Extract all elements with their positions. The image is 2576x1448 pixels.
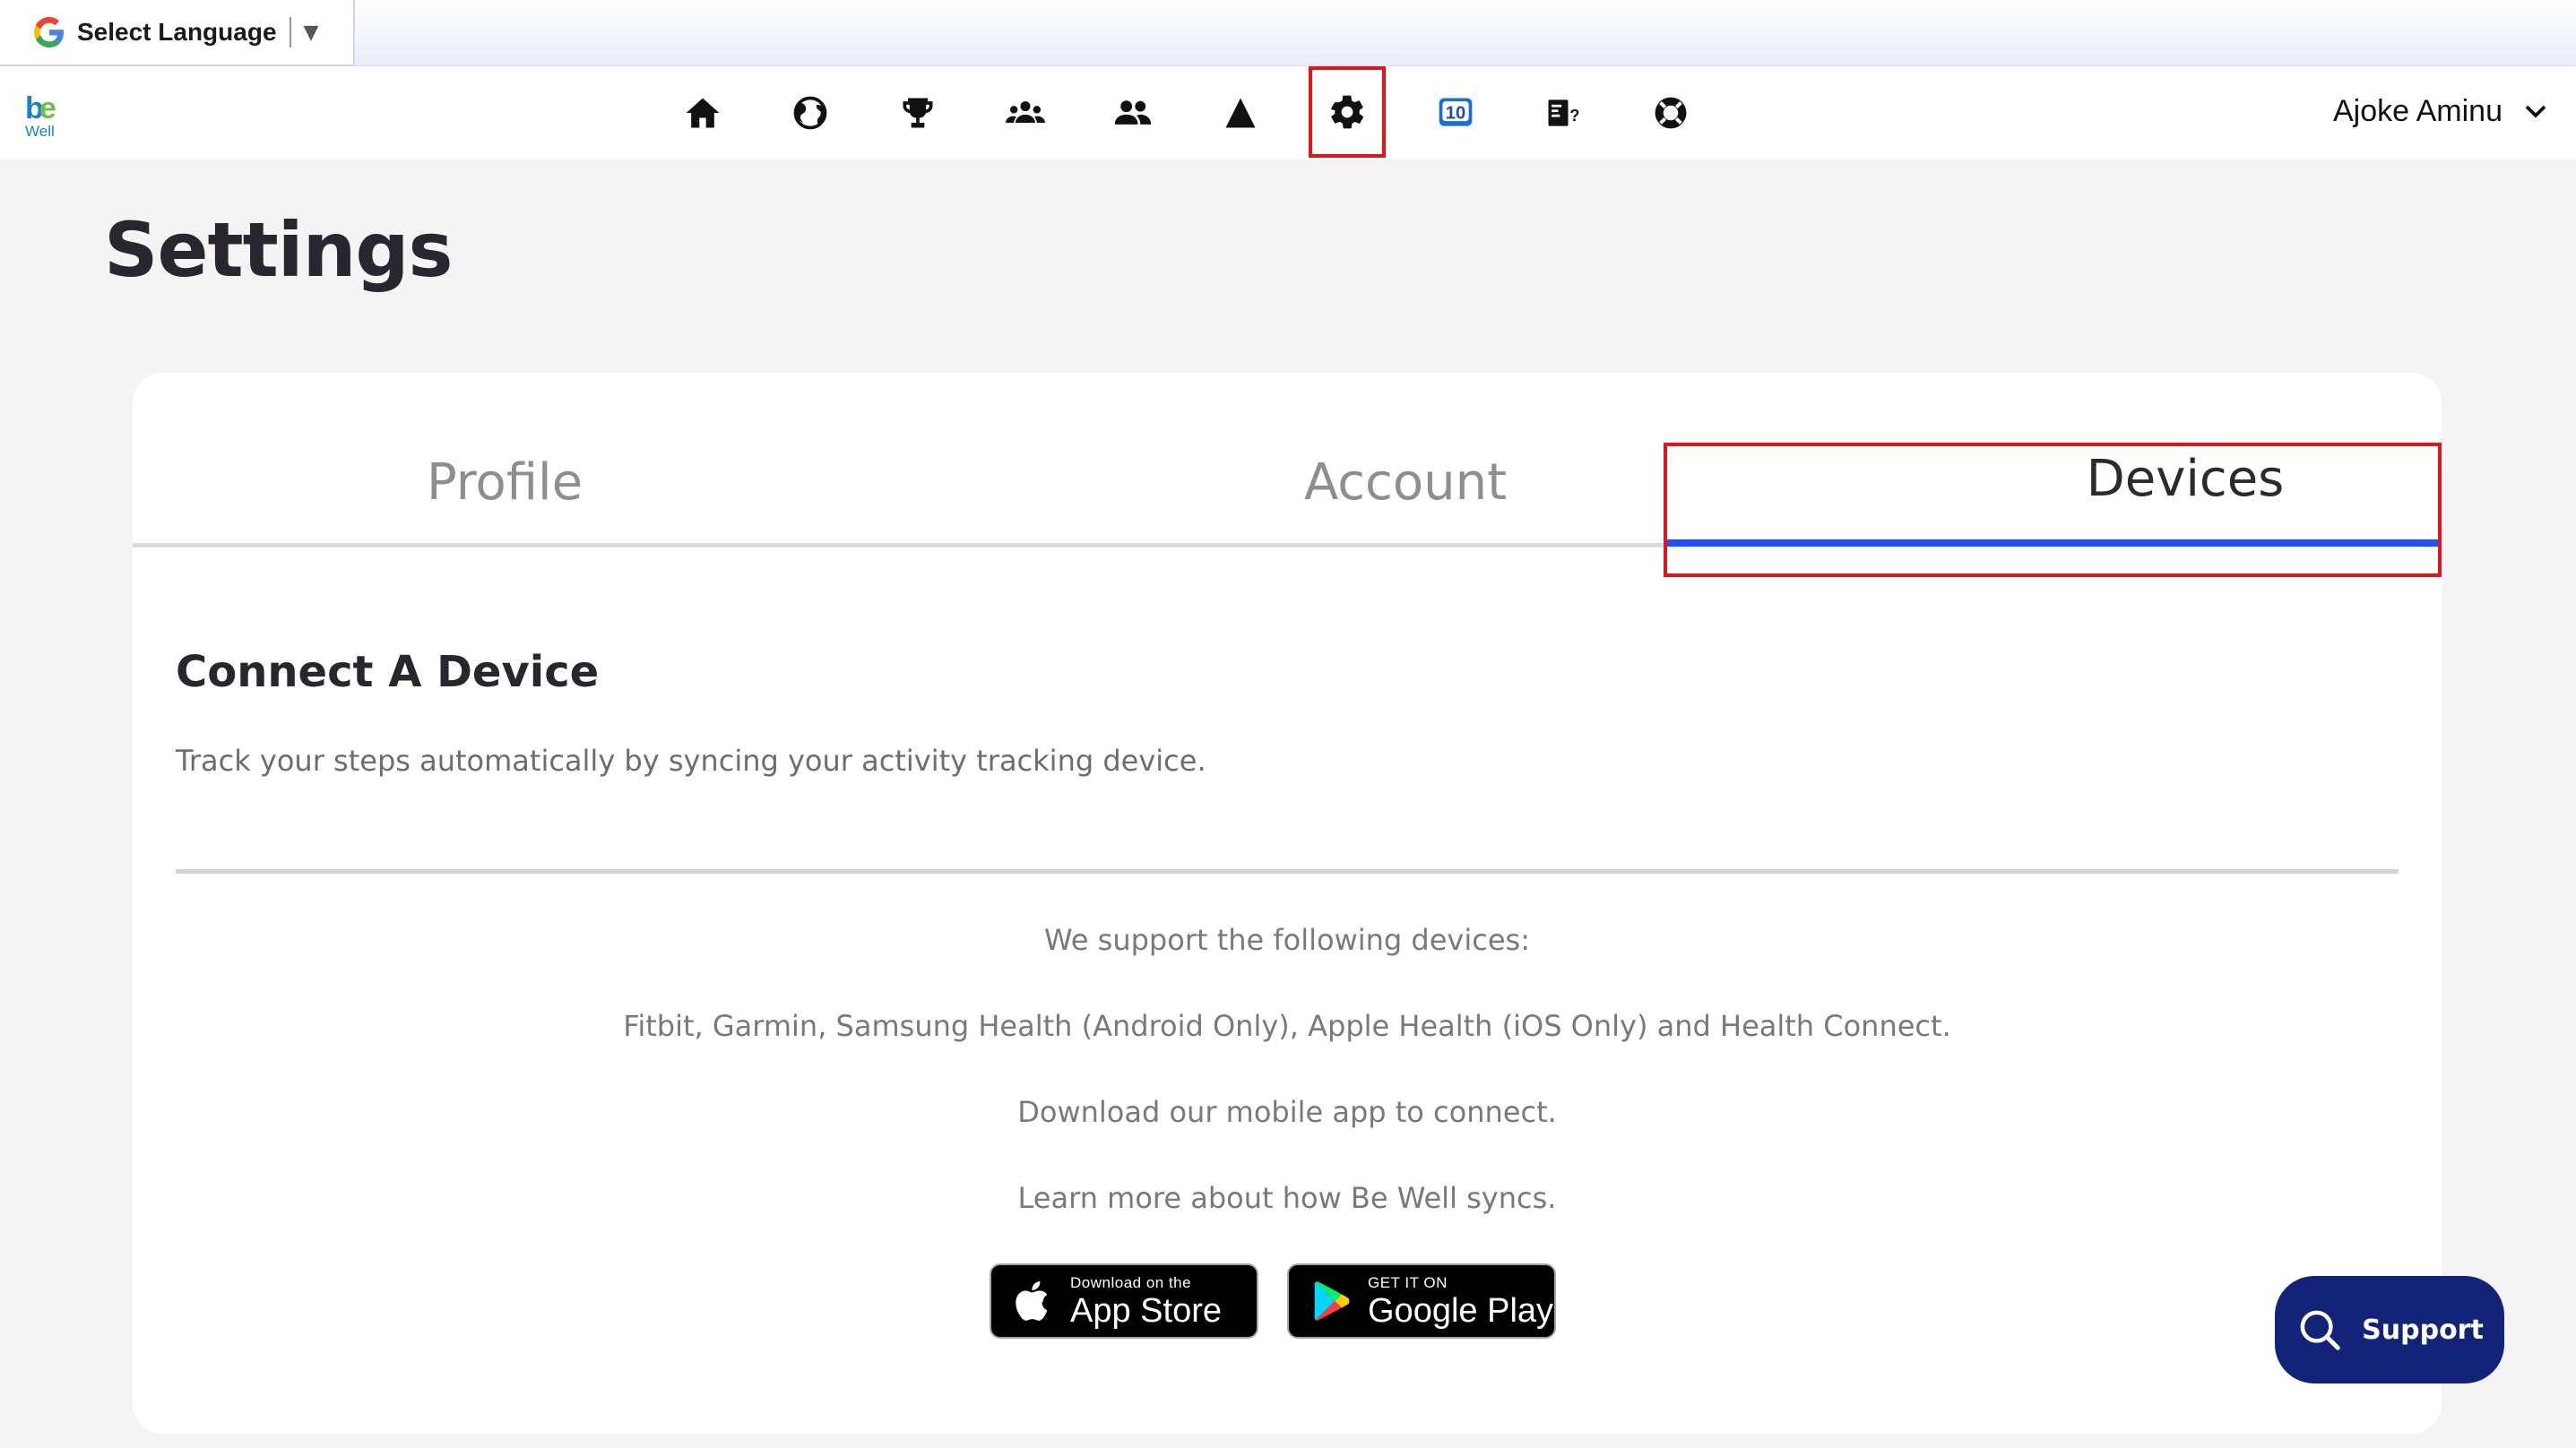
lifebuoy-icon[interactable] — [1640, 82, 1701, 143]
google-g-icon — [34, 17, 64, 47]
language-select-separator — [289, 17, 291, 47]
supported-devices-list: Fitbit, Garmin, Samsung Health (Android … — [623, 1009, 1951, 1043]
home-icon[interactable] — [672, 82, 733, 143]
friends-icon[interactable] — [1102, 82, 1163, 143]
translate-bar: Select Language ▼ — [0, 0, 2576, 66]
trophy-icon[interactable] — [887, 82, 948, 143]
supported-devices-heading: We support the following devices: — [1044, 923, 1530, 957]
user-name: Ajoke Aminu — [2333, 93, 2503, 128]
google-play-icon — [1314, 1281, 1350, 1321]
globe-icon[interactable] — [780, 82, 841, 143]
quiz-icon[interactable]: ? — [1533, 82, 1594, 143]
svg-text:e: e — [39, 91, 56, 125]
language-select-label: Select Language — [77, 18, 277, 46]
apple-icon — [1016, 1280, 1048, 1321]
mountain-icon[interactable] — [1210, 82, 1271, 143]
group-icon[interactable] — [995, 82, 1056, 143]
chevron-down-icon — [2525, 105, 2546, 118]
support-button[interactable]: Support — [2275, 1276, 2504, 1383]
google-play-button[interactable]: GET IT ON Google Play — [1287, 1263, 1556, 1339]
language-select[interactable]: Select Language ▼ — [0, 0, 355, 66]
tab-devices-highlight — [1664, 443, 2442, 577]
support-label: Support — [2362, 1314, 2484, 1346]
be-well-logo[interactable]: b e Well — [23, 88, 66, 142]
tab-profile[interactable]: Profile — [133, 453, 877, 512]
app-store-button[interactable]: Download on the App Store — [990, 1263, 1258, 1339]
app-store-big-text: App Store — [1070, 1291, 1222, 1330]
search-icon — [2300, 1310, 2340, 1350]
svg-text:10: 10 — [1446, 103, 1465, 123]
page-title: Settings — [104, 206, 453, 294]
app-store-small-text: Download on the — [1070, 1273, 1192, 1291]
settings-card: Profile Account Devices Connect A Device… — [133, 373, 2442, 1434]
svg-text:?: ? — [1569, 106, 1579, 125]
google-play-small-text: GET IT ON — [1368, 1273, 1448, 1291]
download-app-text: Download our mobile app to connect. — [1017, 1095, 1557, 1129]
dropdown-arrow-icon: ▼ — [303, 21, 319, 44]
google-play-big-text: Google Play — [1368, 1291, 1554, 1330]
calendar-10-icon[interactable]: 10 — [1425, 82, 1486, 143]
section-description: Track your steps automatically by syncin… — [176, 744, 1206, 778]
top-navigation: b e Well 10 ? Ajoke Aminu — [0, 66, 2576, 159]
settings-tabs: Profile Account Devices — [133, 373, 2442, 577]
svg-text:Well: Well — [25, 123, 55, 140]
learn-more-link[interactable]: Learn more about how Be Well syncs. — [133, 1181, 2442, 1215]
gear-icon[interactable] — [1309, 66, 1386, 158]
section-divider — [176, 869, 2399, 874]
section-title: Connect A Device — [176, 647, 600, 697]
user-menu[interactable]: Ajoke Aminu — [2333, 84, 2549, 138]
